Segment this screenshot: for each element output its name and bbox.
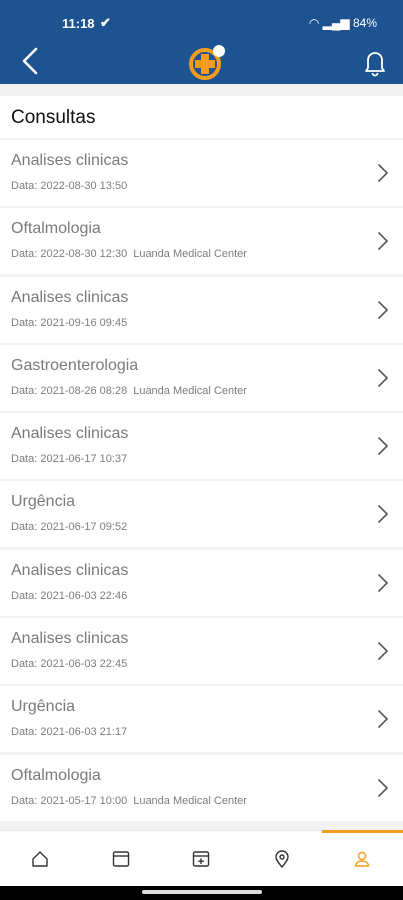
bottom-navigation: [0, 830, 403, 887]
gesture-bar: [0, 886, 403, 900]
check-icon: ✔: [100, 15, 111, 30]
appointment-meta: Data: 2021-06-03 22:46: [11, 590, 133, 602]
appointment-location: Luanda Medical Center: [133, 794, 247, 807]
calendar-icon: [112, 851, 129, 867]
appointment-title: Oftalmologia: [11, 766, 101, 784]
appointment-title: Analises clinicas: [11, 425, 129, 443]
chevron-right-icon: [378, 300, 388, 319]
appointment-meta: Data: 2022-08-30 12:30 Luanda Medical Cen…: [11, 248, 247, 260]
appointment-date: Data: 2021-05-17 10:00: [11, 794, 128, 807]
bell-icon: [365, 52, 385, 77]
user-icon: [355, 851, 370, 867]
appointment-meta: Data: 2021-09-16 09:45: [11, 317, 133, 329]
list-item[interactable]: Analises clinicas Data: 2021-06-03 22:46: [0, 549, 403, 616]
appointment-date: Data: 2021-06-03 21:17: [11, 726, 128, 739]
appointment-date: Data: 2021-06-17 10:37: [11, 453, 128, 466]
app-logo: [184, 40, 228, 84]
chevron-right-icon: [378, 642, 388, 660]
appointment-date: Data: 2021-08-26 08:28: [11, 384, 128, 397]
chevron-right-icon: [378, 232, 388, 251]
chevron-right-icon: [378, 164, 388, 182]
appointment-title: Oftalmologia: [11, 220, 101, 238]
list-item[interactable]: Analises clinicas Data: 2021-06-03 22:45: [0, 618, 403, 685]
list-item[interactable]: Urgência Data: 2021-06-17 09:52: [0, 481, 403, 548]
page-title: Consultas: [0, 96, 403, 138]
appointment-date: Data: 2021-09-16 09:45: [11, 316, 128, 329]
list-item[interactable]: Oftalmologia Data: 2022-08-30 12:30 Luanda…: [0, 208, 403, 275]
location-pin-icon: [275, 850, 289, 869]
appointments-list: Analises clinicas Data: 2022-08-30 13:50 O…: [0, 140, 403, 823]
list-item[interactable]: Urgência Data: 2021-06-03 21:17: [0, 686, 403, 753]
chevron-right-icon: [378, 437, 388, 455]
list-item[interactable]: Analises clinicas Data: 2021-09-16 09:45: [0, 276, 403, 343]
nav-calendar[interactable]: [81, 831, 161, 887]
status-time: 11:18: [62, 16, 95, 31]
appointment-date: Data: 2021-06-17 09:52: [11, 521, 128, 534]
nav-home[interactable]: [0, 831, 80, 887]
appointment-title: Urgência: [11, 698, 76, 716]
appointment-location: Luanda Medical Center: [133, 248, 247, 261]
appointment-title: Analises clinicas: [11, 288, 129, 306]
appointment-title: Gastroenterologia: [11, 356, 139, 374]
appointment-meta: Data: 2021-06-03 22:45: [11, 658, 133, 670]
battery-level: 84%: [352, 16, 377, 30]
list-item[interactable]: Gastroenterologia Data: 2021-08-26 08:28 L…: [0, 344, 403, 411]
nav-user[interactable]: [322, 830, 403, 887]
gesture-handle[interactable]: [142, 890, 262, 894]
appointment-meta: Data: 2021-05-17 10:00 Luanda Medical Cen…: [11, 795, 247, 807]
appointment-meta: Data: 2021-08-26 08:28 Luanda Medical Cen…: [11, 385, 247, 397]
system-status: ◠ ▂▄▆ 84%: [309, 16, 377, 30]
back-arrow-icon: [22, 47, 38, 75]
appointment-date: Data: 2022-08-30 13:50: [11, 180, 128, 192]
nav-location-pin[interactable]: [242, 831, 322, 887]
chevron-right-icon: [378, 505, 388, 524]
appointment-meta: Data: 2021-06-17 09:52: [11, 521, 133, 533]
home-icon: [32, 851, 48, 867]
chevron-right-icon: [378, 710, 388, 729]
appointment-meta: Data: 2022-08-30 13:50: [11, 180, 133, 192]
appointment-location: Luanda Medical Center: [133, 384, 247, 397]
signal-icon: ▂▄▆: [322, 16, 350, 30]
list-item[interactable]: Analises clinicas Data: 2021-06-17 10:37: [0, 413, 403, 480]
appointment-date: Data: 2021-06-03 22:46: [11, 589, 128, 602]
medical-cross-logo-icon: [189, 45, 225, 80]
appointment-title: Urgência: [11, 493, 76, 511]
chevron-right-icon: [378, 778, 388, 797]
calendar-add-icon: [192, 851, 210, 867]
nav-calendar-add[interactable]: [161, 831, 241, 887]
appointment-meta: Data: 2021-06-17 10:37: [11, 453, 133, 465]
notifications-button[interactable]: [357, 46, 393, 82]
appointment-title: Analises clinicas: [11, 561, 129, 579]
chevron-right-icon: [378, 369, 388, 387]
chevron-right-icon: [378, 573, 388, 592]
wifi-icon: ◠: [308, 16, 320, 30]
list-item[interactable]: Oftalmologia Data: 2021-05-17 10:00 Luanda…: [0, 754, 403, 821]
appointment-meta: Data: 2021-06-03 21:17: [11, 726, 133, 738]
appointment-date: Data: 2021-06-03 22:45: [11, 658, 128, 671]
appointment-title: Analises clinicas: [11, 152, 129, 169]
app-header: [0, 45, 403, 84]
appointment-date: Data: 2022-08-30 12:30: [11, 248, 128, 261]
list-item[interactable]: Analises clinicas Data: 2022-08-30 13:50: [0, 140, 403, 206]
appointment-title: Analises clinicas: [11, 630, 129, 648]
back-button[interactable]: [14, 46, 50, 82]
